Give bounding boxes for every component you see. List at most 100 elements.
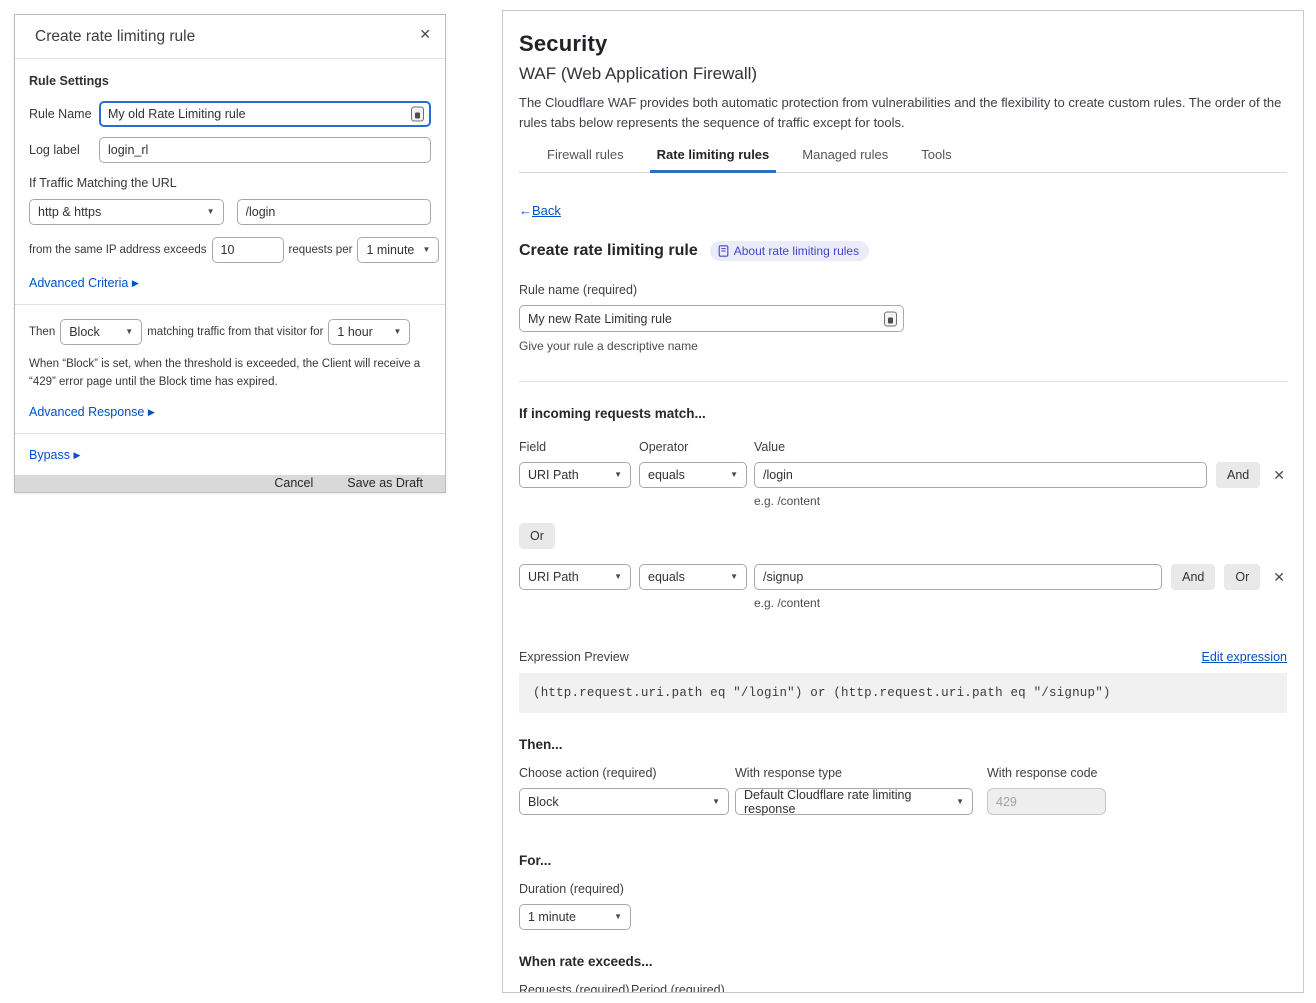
condition-row: URI Path ▼ equals ▼ And ✕ <box>519 462 1287 488</box>
then-prefix: Then <box>29 326 55 338</box>
cancel-button[interactable]: Cancel <box>274 476 313 490</box>
advanced-criteria-link[interactable]: Advanced Criteria ▶ <box>29 276 431 290</box>
duration-select[interactable]: 1 minute ▼ <box>519 904 631 930</box>
edit-expression-link[interactable]: Edit expression <box>1202 650 1287 664</box>
tab-rate-limiting-rules[interactable]: Rate limiting rules <box>654 147 773 172</box>
chevron-down-icon: ▼ <box>207 208 215 216</box>
value-help: e.g. /content <box>754 596 1287 610</box>
rule-name-help: Give your rule a descriptive name <box>519 339 1287 353</box>
threshold-period-select[interactable]: 1 minute ▼ <box>357 237 439 263</box>
chevron-down-icon: ▼ <box>393 328 401 336</box>
block-note: When “Block” is set, when the threshold … <box>29 356 431 392</box>
back-link[interactable]: ←Back <box>519 203 1287 218</box>
tab-managed-rules[interactable]: Managed rules <box>799 147 891 172</box>
divider <box>519 381 1287 382</box>
field-select[interactable]: URI Path ▼ <box>519 462 631 488</box>
bypass-link[interactable]: Bypass ▶ <box>29 448 431 462</box>
rule-name-input[interactable] <box>99 101 431 127</box>
threshold-row: from the same IP address exceeds request… <box>29 237 431 263</box>
log-label-input[interactable] <box>99 137 431 163</box>
expand-arrow-icon: ▶ <box>73 450 80 460</box>
url-input[interactable] <box>237 199 432 225</box>
response-code-input <box>987 788 1106 815</box>
and-button[interactable]: And <box>1216 462 1260 488</box>
then-heading: Then... <box>519 737 1287 752</box>
then-middle: matching traffic from that visitor for <box>147 326 323 338</box>
traffic-match-heading: If Traffic Matching the URL <box>29 176 431 190</box>
expression-preview-code: (http.request.uri.path eq "/login") or (… <box>519 673 1287 713</box>
field-select[interactable]: URI Path ▼ <box>519 564 631 590</box>
page-description: The Cloudflare WAF provides both automat… <box>519 93 1287 132</box>
dialog-body: Rule Settings Rule Name Log label If Tra… <box>15 59 445 475</box>
divider <box>15 433 445 434</box>
requests-label: Requests (required) <box>519 983 631 993</box>
response-type-label: With response type <box>735 766 973 780</box>
field-column-label: Field <box>519 440 639 454</box>
remove-condition-icon[interactable]: ✕ <box>1271 467 1287 484</box>
dialog-title: Create rate limiting rule <box>35 28 195 45</box>
operator-select[interactable]: equals ▼ <box>639 462 747 488</box>
then-row: Then Block ▼ matching traffic from that … <box>29 319 431 345</box>
expand-arrow-icon: ▶ <box>132 278 139 288</box>
rule-name-input[interactable] <box>519 305 904 332</box>
threshold-middle: requests per <box>289 244 353 256</box>
rule-name-row: Rule Name <box>29 101 431 127</box>
dialog-header: Create rate limiting rule ✕ <box>15 15 445 59</box>
response-code-label: With response code <box>987 766 1106 780</box>
threshold-prefix: from the same IP address exceeds <box>29 244 207 256</box>
log-label-label: Log label <box>29 143 99 157</box>
expression-preview-label: Expression Preview <box>519 650 629 664</box>
scheme-select[interactable]: http & https ▼ <box>29 199 224 225</box>
condition-row: URI Path ▼ equals ▼ And Or ✕ <box>519 564 1287 590</box>
form-title: Create rate limiting rule <box>519 242 698 260</box>
condition-column-headers: Field Operator Value <box>519 440 1287 454</box>
save-as-draft-button[interactable]: Save as Draft <box>347 476 423 490</box>
about-rate-limiting-badge[interactable]: About rate limiting rules <box>710 241 869 261</box>
close-icon[interactable]: ✕ <box>415 24 435 45</box>
tab-tools[interactable]: Tools <box>918 147 954 172</box>
and-button[interactable]: And <box>1171 564 1215 590</box>
for-heading: For... <box>519 853 1287 868</box>
chevron-down-icon: ▼ <box>730 573 738 581</box>
chevron-down-icon: ▼ <box>614 913 622 921</box>
rule-name-label: Rule Name <box>29 107 99 121</box>
value-input[interactable] <box>754 564 1162 590</box>
or-button[interactable]: Or <box>519 523 555 549</box>
chevron-down-icon: ▼ <box>614 471 622 479</box>
chevron-down-icon: ▼ <box>423 246 431 254</box>
waf-tabs: Firewall rules Rate limiting rules Manag… <box>519 147 1287 173</box>
match-heading: If incoming requests match... <box>519 406 1287 421</box>
action-select[interactable]: Block ▼ <box>519 788 729 815</box>
operator-select[interactable]: equals ▼ <box>639 564 747 590</box>
divider <box>15 304 445 305</box>
action-select[interactable]: Block ▼ <box>60 319 142 345</box>
ban-duration-select[interactable]: 1 hour ▼ <box>328 319 410 345</box>
chevron-down-icon: ▼ <box>712 798 720 806</box>
rule-name-label: Rule name (required) <box>519 283 1287 297</box>
autofill-icon[interactable] <box>884 311 897 326</box>
back-arrow-icon: ← <box>519 203 532 218</box>
period-label: Period (required) <box>631 983 725 993</box>
threshold-requests-input[interactable] <box>212 237 284 263</box>
security-waf-panel: Security WAF (Web Application Firewall) … <box>502 10 1304 993</box>
autofill-icon[interactable] <box>411 107 424 122</box>
log-label-row: Log label <box>29 137 431 163</box>
value-column-label: Value <box>754 440 785 454</box>
chevron-down-icon: ▼ <box>956 798 964 806</box>
or-button[interactable]: Or <box>1224 564 1260 590</box>
rule-settings-heading: Rule Settings <box>29 74 431 88</box>
choose-action-label: Choose action (required) <box>519 766 729 780</box>
response-type-select[interactable]: Default Cloudflare rate limiting respons… <box>735 788 973 815</box>
value-input[interactable] <box>754 462 1207 488</box>
operator-column-label: Operator <box>639 440 754 454</box>
tab-firewall-rules[interactable]: Firewall rules <box>544 147 627 172</box>
dialog-footer: Cancel Save as Draft <box>15 475 445 492</box>
document-icon <box>718 245 729 257</box>
expand-arrow-icon: ▶ <box>148 407 155 417</box>
value-help: e.g. /content <box>754 494 1287 508</box>
remove-condition-icon[interactable]: ✕ <box>1271 569 1287 586</box>
chevron-down-icon: ▼ <box>614 573 622 581</box>
rate-exceeds-heading: When rate exceeds... <box>519 954 1287 969</box>
advanced-response-link[interactable]: Advanced Response ▶ <box>29 405 431 419</box>
chevron-down-icon: ▼ <box>125 328 133 336</box>
